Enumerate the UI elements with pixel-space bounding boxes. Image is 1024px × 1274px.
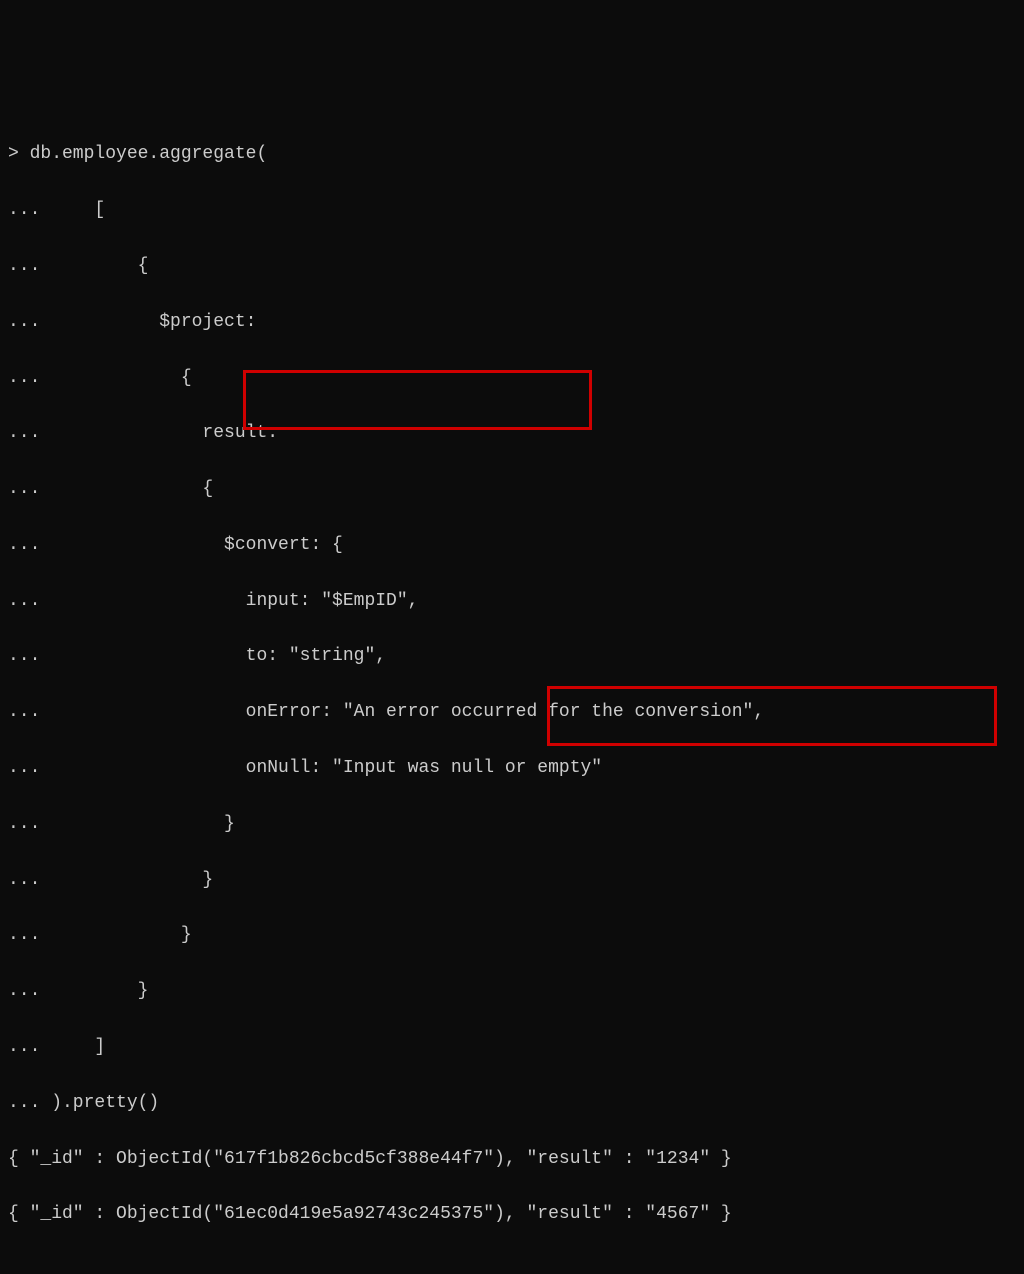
code-line: ... }	[0, 867, 1024, 895]
code-line: ... $convert: {	[0, 532, 1024, 560]
code-line: ... {	[0, 476, 1024, 504]
output-line: { "_id" : ObjectId("617f1b826cbcd5cf388e…	[0, 1146, 1024, 1174]
code-line: ... {	[0, 365, 1024, 393]
code-line: ... }	[0, 978, 1024, 1006]
code-line: ... input: "$EmpID",	[0, 588, 1024, 616]
code-line: ... $project:	[0, 309, 1024, 337]
code-line: ... ).pretty()	[0, 1090, 1024, 1118]
code-line: ... }	[0, 922, 1024, 950]
code-line: ... [	[0, 197, 1024, 225]
code-line: ... {	[0, 253, 1024, 281]
code-line: ... ]	[0, 1034, 1024, 1062]
code-line: ... onNull: "Input was null or empty"	[0, 755, 1024, 783]
terminal-output[interactable]: > db.employee.aggregate( ... [ ... { ...…	[0, 114, 1024, 1274]
output-line: { "_id" : ObjectId("61ec0d419e5a92743c24…	[0, 1201, 1024, 1229]
code-line: ... }	[0, 811, 1024, 839]
code-line: ... result:	[0, 420, 1024, 448]
code-line: ... onError: "An error occurred for the …	[0, 699, 1024, 727]
code-line: ... to: "string",	[0, 643, 1024, 671]
code-line: > db.employee.aggregate(	[0, 141, 1024, 169]
